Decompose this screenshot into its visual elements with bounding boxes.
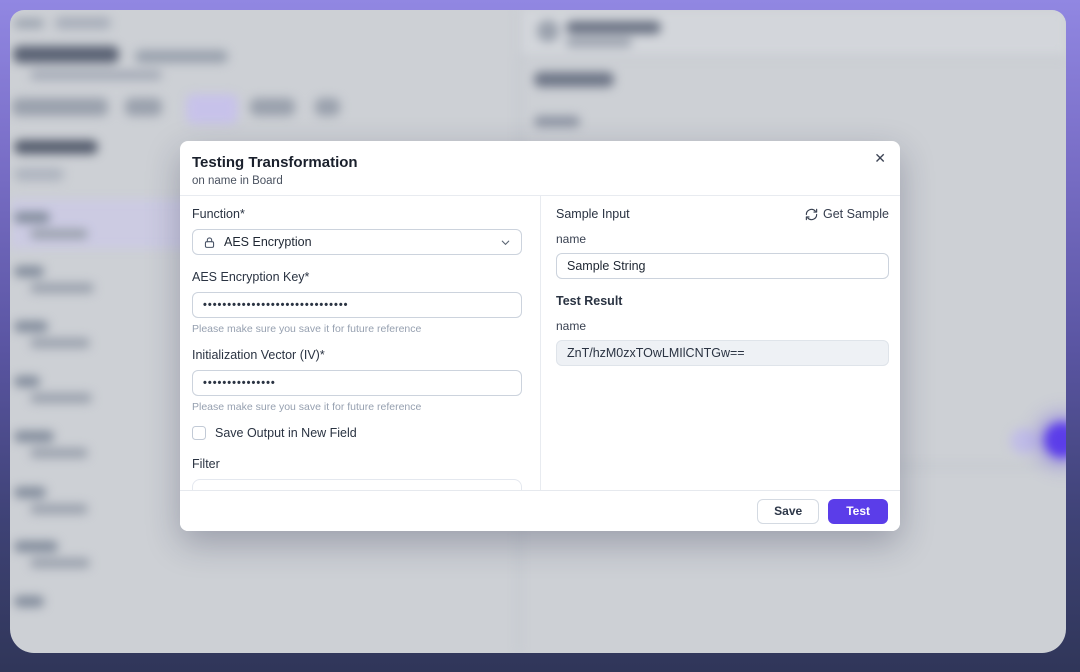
blurred-list-sub (30, 283, 94, 293)
result-field-name: name (556, 319, 889, 333)
test-button[interactable]: Test (828, 499, 888, 524)
blurred-page-title (13, 46, 119, 63)
iv-label: Initialization Vector (IV)* (192, 348, 522, 362)
aes-key-field[interactable] (192, 292, 522, 318)
blurred-list-sub (30, 229, 88, 239)
sample-input-field[interactable] (556, 253, 889, 279)
blurred-subtitle (30, 70, 162, 80)
close-icon[interactable]: ✕ (874, 151, 886, 165)
blurred-tab (12, 98, 108, 116)
blurred-list-sub (30, 448, 88, 458)
iv-field[interactable] (192, 370, 522, 396)
blurred-panel-title (566, 21, 661, 34)
testing-transformation-dialog: Testing Transformation on name in Board … (180, 141, 900, 531)
function-label: Function* (192, 207, 522, 221)
get-sample-label: Get Sample (823, 207, 889, 221)
blurred-list-label (14, 541, 58, 552)
blurred-breadcrumb (14, 19, 44, 28)
aes-key-helper-text: Please make sure you save it for future … (192, 323, 522, 335)
blurred-list-sub (30, 338, 90, 348)
blurred-list-label (14, 321, 48, 332)
blurred-list-sub (30, 504, 88, 514)
lock-icon (203, 236, 216, 249)
function-select[interactable]: AES Encryption (192, 229, 522, 255)
blurred-search-box (14, 168, 64, 181)
blurred-action-circle-primary (1044, 422, 1066, 458)
save-output-label: Save Output in New Field (215, 426, 357, 440)
save-button[interactable]: Save (757, 499, 819, 524)
function-selected-value: AES Encryption (224, 235, 312, 249)
blurred-tab (250, 98, 295, 116)
filter-label: Filter (192, 457, 522, 471)
blurred-panel-subtitle (566, 38, 632, 47)
blurred-list-label (14, 266, 44, 277)
blurred-list-label (14, 212, 50, 223)
blurred-list-label (14, 431, 54, 442)
dialog-title: Testing Transformation (192, 154, 882, 171)
iv-helper-text: Please make sure you save it for future … (192, 401, 522, 413)
sample-column: Sample Input Get Sample name Test Result… (556, 207, 889, 366)
blurred-list-label (14, 596, 44, 607)
sample-input-label: Sample Input (556, 207, 630, 221)
get-sample-button[interactable]: Get Sample (805, 207, 889, 221)
blurred-list-sub (30, 393, 92, 403)
blurred-panel-heading (534, 72, 614, 87)
sample-input-row: Sample Input Get Sample (556, 207, 889, 221)
blurred-title-badge (135, 50, 228, 63)
blurred-list-label (14, 376, 40, 387)
blurred-list-label (14, 487, 46, 498)
save-output-checkbox[interactable] (192, 426, 206, 440)
blurred-tab-active (186, 94, 238, 124)
blurred-panel-label (534, 116, 580, 127)
blurred-tab (125, 98, 162, 116)
blurred-list-sub (30, 558, 90, 568)
save-output-row: Save Output in New Field (192, 426, 522, 440)
test-result-label: Test Result (556, 294, 889, 308)
blurred-action-circle (1010, 428, 1036, 454)
dialog-header: Testing Transformation on name in Board … (180, 141, 900, 196)
panel-divider (518, 56, 1066, 58)
refresh-icon (805, 208, 818, 221)
blurred-section-heading (14, 140, 98, 154)
dialog-footer: Save Test (180, 490, 900, 531)
blurred-breadcrumb (55, 17, 111, 29)
chevron-down-icon (500, 237, 511, 248)
blurred-tab (315, 98, 340, 116)
dialog-subtitle: on name in Board (192, 175, 882, 187)
sample-field-name: name (556, 232, 889, 246)
test-result-field[interactable] (556, 340, 889, 366)
blurred-panel-icon (537, 20, 559, 42)
aes-key-label: AES Encryption Key* (192, 270, 522, 284)
column-divider (540, 196, 541, 490)
config-column: Function* AES Encryption AES Encryption … (192, 207, 522, 525)
